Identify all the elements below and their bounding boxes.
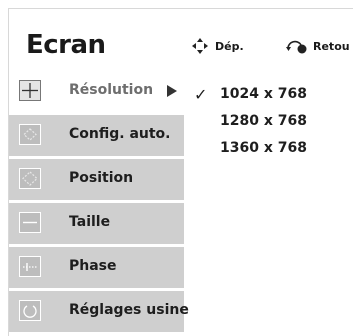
move-arrows-icon bbox=[192, 38, 208, 54]
position-icon bbox=[19, 168, 41, 189]
resolution-option-label: 1024 x 768 bbox=[220, 86, 307, 102]
hint-back-label: Retou bbox=[313, 39, 350, 53]
submenu-arrow-icon bbox=[167, 85, 177, 97]
reset-icon bbox=[19, 300, 41, 321]
menu-item-reglages-usine[interactable]: Réglages usine bbox=[9, 291, 189, 335]
resolution-option-label: 1280 x 768 bbox=[220, 113, 307, 129]
back-arrow-icon bbox=[286, 40, 307, 54]
menu-item-resolution[interactable]: Résolution bbox=[9, 71, 184, 115]
menu-item-config-auto[interactable]: Config. auto. bbox=[9, 115, 184, 159]
hint-back: Retou bbox=[285, 37, 350, 55]
settings-menu: Résolution Config. auto. Position Taille bbox=[9, 71, 189, 336]
page-title: Ecran bbox=[26, 30, 106, 60]
check-icon: ✓ bbox=[194, 85, 208, 104]
menu-item-label: Phase bbox=[69, 258, 117, 274]
menu-item-label: Résolution bbox=[69, 82, 154, 98]
phase-icon bbox=[19, 256, 41, 277]
menu-item-phase[interactable]: Phase bbox=[9, 247, 184, 291]
menu-item-label: Réglages usine bbox=[69, 302, 189, 318]
crosshair-icon bbox=[19, 80, 41, 101]
menu-item-label: Config. auto. bbox=[69, 126, 171, 142]
menu-item-taille[interactable]: Taille bbox=[9, 203, 184, 247]
menu-item-label: Position bbox=[69, 170, 134, 186]
hint-move: Dép. bbox=[191, 37, 244, 55]
hint-move-label: Dép. bbox=[215, 39, 244, 53]
menu-item-position[interactable]: Position bbox=[9, 159, 184, 203]
size-icon bbox=[19, 212, 41, 233]
resolution-option-label: 1360 x 768 bbox=[220, 140, 307, 156]
menu-item-label: Taille bbox=[69, 214, 111, 230]
auto-config-icon bbox=[19, 124, 41, 145]
